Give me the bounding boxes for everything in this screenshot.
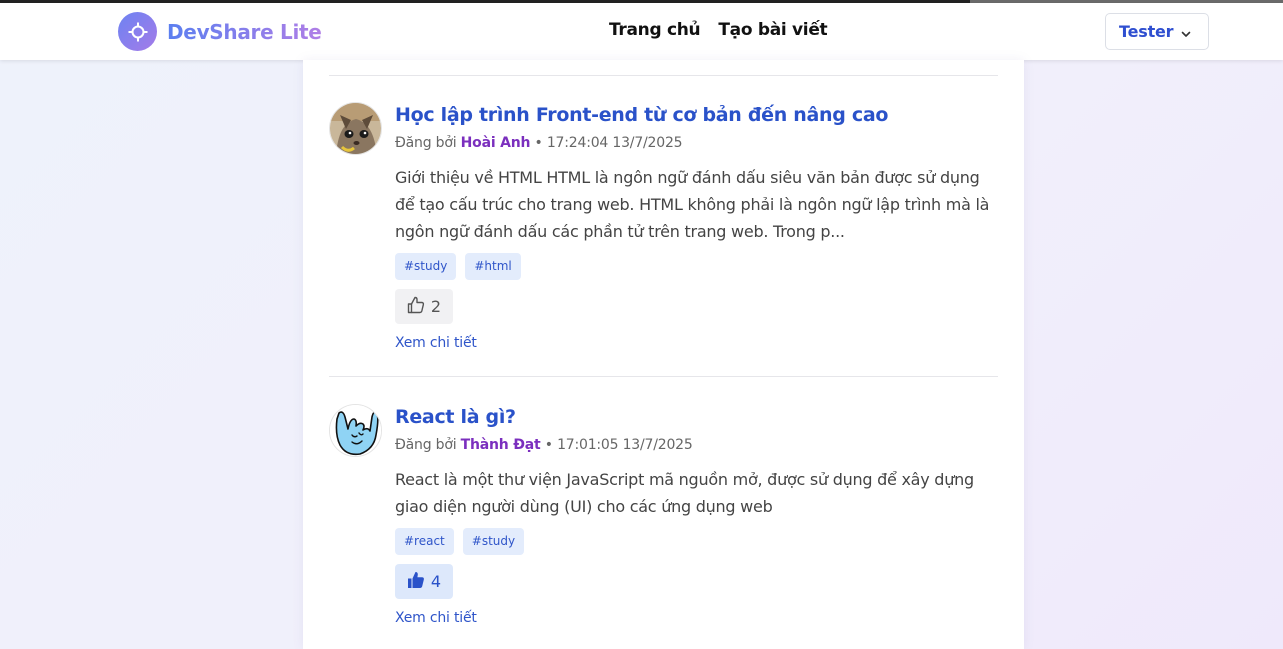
navbar: DevShare Lite Trang chủ Tạo bài viết Tes…: [0, 3, 1283, 60]
author-avatar[interactable]: [329, 102, 382, 155]
tag-list: #study #html: [395, 253, 998, 280]
divider: [329, 376, 998, 377]
post-content: Học lập trình Front-end từ cơ bản đến nâ…: [395, 102, 998, 351]
nav-home-link[interactable]: Trang chủ: [609, 20, 701, 40]
post-timestamp: • 17:24:04 13/7/2025: [534, 135, 683, 151]
like-count: 2: [430, 297, 442, 316]
view-detail-link[interactable]: Xem chi tiết: [395, 610, 998, 626]
author-name-link[interactable]: Hoài Anh: [461, 135, 531, 151]
post-meta: Đăng bởi Hoài Anh • 17:24:04 13/7/2025: [395, 135, 998, 151]
post-title-link[interactable]: React là gì?: [395, 404, 998, 430]
thumbs-up-outline-icon: [407, 296, 425, 318]
crosshair-logo-icon: [118, 12, 157, 51]
user-name: Tester: [1119, 22, 1174, 41]
posted-by-label: Đăng bởi: [395, 135, 457, 151]
thumbs-up-filled-icon: [407, 571, 425, 593]
user-menu-button[interactable]: Tester: [1105, 13, 1209, 50]
post-excerpt: Giới thiệu về HTML HTML là ngôn ngữ đánh…: [395, 168, 990, 241]
post-content: React là gì? Đăng bởi Thành Đạt • 17:01:…: [395, 404, 998, 626]
tag-html[interactable]: #html: [465, 253, 521, 280]
view-detail-link[interactable]: Xem chi tiết: [395, 335, 998, 351]
brand-logo-link[interactable]: DevShare Lite: [118, 12, 322, 51]
tag-study[interactable]: #study: [395, 253, 457, 280]
like-button[interactable]: 4: [395, 564, 453, 599]
tag-study[interactable]: #study: [462, 528, 525, 555]
post-timestamp: • 17:01:05 13/7/2025: [544, 437, 693, 453]
main-nav: Trang chủ Tạo bài viết: [609, 20, 828, 40]
posted-by-label: Đăng bởi: [395, 437, 457, 453]
like-button[interactable]: 2: [395, 289, 453, 324]
post-excerpt: React là một thư viện JavaScript mã nguồ…: [395, 470, 974, 516]
author-name-link[interactable]: Thành Đạt: [461, 437, 541, 453]
tag-list: #react #study: [395, 528, 998, 555]
post-meta: Đăng bởi Thành Đạt • 17:01:05 13/7/2025: [395, 437, 998, 453]
post-feed: Học lập trình Front-end từ cơ bản đến nâ…: [303, 60, 1024, 649]
post-title-link[interactable]: Học lập trình Front-end từ cơ bản đến nâ…: [395, 102, 998, 128]
nav-create-post-link[interactable]: Tạo bài viết: [718, 20, 827, 40]
tag-react[interactable]: #react: [395, 528, 454, 555]
author-avatar[interactable]: [329, 404, 382, 457]
divider: [329, 75, 998, 76]
brand-name: DevShare Lite: [167, 19, 322, 44]
chevron-down-icon: [1180, 25, 1192, 44]
like-count: 4: [430, 572, 442, 591]
